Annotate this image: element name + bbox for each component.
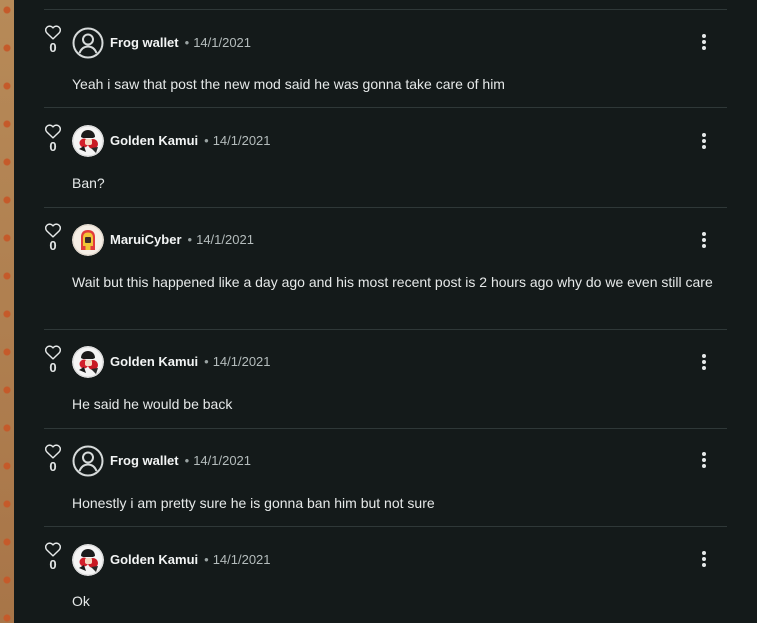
username[interactable]: MaruiCyber [110,232,182,247]
user-icon[interactable] [72,445,104,477]
comment-meta: Frog wallet • 14/1/2021 [110,445,251,477]
more-options-icon[interactable] [697,452,711,472]
username[interactable]: Golden Kamui [110,133,198,148]
username[interactable]: Golden Kamui [110,354,198,369]
comment-date: 14/1/2021 [193,35,252,50]
comment-meta: MaruiCyber • 14/1/2021 [110,224,254,256]
like-control: 0 [43,123,63,154]
like-control: 0 [43,344,63,375]
comment-text: Yeah i saw that post the new mod said he… [72,76,505,92]
avatar[interactable] [72,544,104,576]
username[interactable]: Golden Kamui [110,552,198,567]
comment-text: He said he would be back [72,396,233,412]
comment-date: 14/1/2021 [212,354,271,369]
comment-date: 14/1/2021 [212,133,271,148]
comment-meta: Golden Kamui • 14/1/2021 [110,544,271,576]
avatar[interactable] [72,125,104,157]
comment-meta: Golden Kamui • 14/1/2021 [110,125,271,157]
comment-text: Ban? [72,175,105,191]
comment-text: Ok [72,593,90,609]
separator: • [204,133,209,148]
comment-divider [44,329,727,330]
comment-date: 14/1/2021 [212,552,271,567]
avatar[interactable] [72,346,104,378]
comment-date: 14/1/2021 [193,453,252,468]
heart-icon[interactable] [44,123,62,139]
like-control: 0 [43,222,63,253]
comment-divider [44,207,727,208]
comment-meta: Frog wallet • 14/1/2021 [110,27,251,59]
comment-date: 14/1/2021 [196,232,254,247]
comment-text: Wait but this happened like a day ago an… [72,274,713,290]
heart-icon[interactable] [44,24,62,40]
comment-thread: 0 Frog wallet • 14/1/2021 Yeah i saw that … [14,0,757,623]
like-control: 0 [43,443,63,474]
comment-divider [44,526,727,527]
more-options-icon[interactable] [697,354,711,374]
comment-divider [44,428,727,429]
like-control: 0 [43,541,63,572]
avatar[interactable] [72,224,104,256]
separator: • [187,232,193,247]
more-options-icon[interactable] [697,551,711,571]
separator: • [184,453,190,468]
comment-divider [44,9,727,10]
heart-icon[interactable] [44,443,62,459]
comment-divider [44,107,727,108]
like-count: 0 [49,360,57,375]
like-count: 0 [49,139,57,154]
like-count: 0 [49,459,57,474]
user-icon[interactable] [72,27,104,59]
more-options-icon[interactable] [697,232,711,252]
heart-icon[interactable] [44,344,62,360]
page-background-pattern [0,0,14,623]
more-options-icon[interactable] [697,34,711,54]
more-options-icon[interactable] [697,133,711,153]
like-control: 0 [43,24,63,55]
separator: • [184,35,190,50]
comment-text: Honestly i am pretty sure he is gonna ba… [72,495,435,511]
like-count: 0 [49,557,57,572]
separator: • [204,552,209,567]
heart-icon[interactable] [44,541,62,557]
username[interactable]: Frog wallet [110,453,179,468]
username[interactable]: Frog wallet [110,35,179,50]
separator: • [204,354,209,369]
heart-icon[interactable] [44,222,62,238]
like-count: 0 [49,40,57,55]
comment-meta: Golden Kamui • 14/1/2021 [110,346,271,378]
like-count: 0 [49,238,57,253]
